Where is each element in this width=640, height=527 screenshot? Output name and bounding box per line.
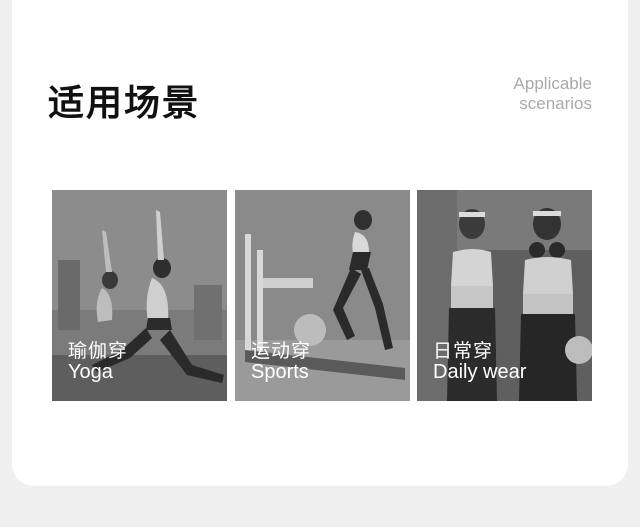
scenario-tile-daily-wear[interactable]: 日常穿 Daily wear	[417, 190, 592, 401]
scenario-tile-sports[interactable]: 运动穿 Sports	[235, 190, 410, 401]
scenario-tile-yoga[interactable]: 瑜伽穿 Yoga	[52, 190, 227, 401]
section-title: 适用场景	[48, 83, 201, 124]
scenario-label-zh: 瑜伽穿	[68, 340, 129, 362]
scenario-label-en: Yoga	[68, 361, 113, 383]
subtitle-line-2: scenarios	[519, 94, 592, 113]
subtitle-line-1: Applicable	[513, 74, 592, 93]
scenario-label-zh: 运动穿	[251, 340, 312, 362]
scenario-label-en: Daily wear	[433, 361, 527, 383]
scenario-label-zh: 日常穿	[433, 340, 494, 362]
scenario-label-en: Sports	[251, 361, 309, 383]
section-subtitle: Applicable scenarios	[514, 74, 592, 114]
